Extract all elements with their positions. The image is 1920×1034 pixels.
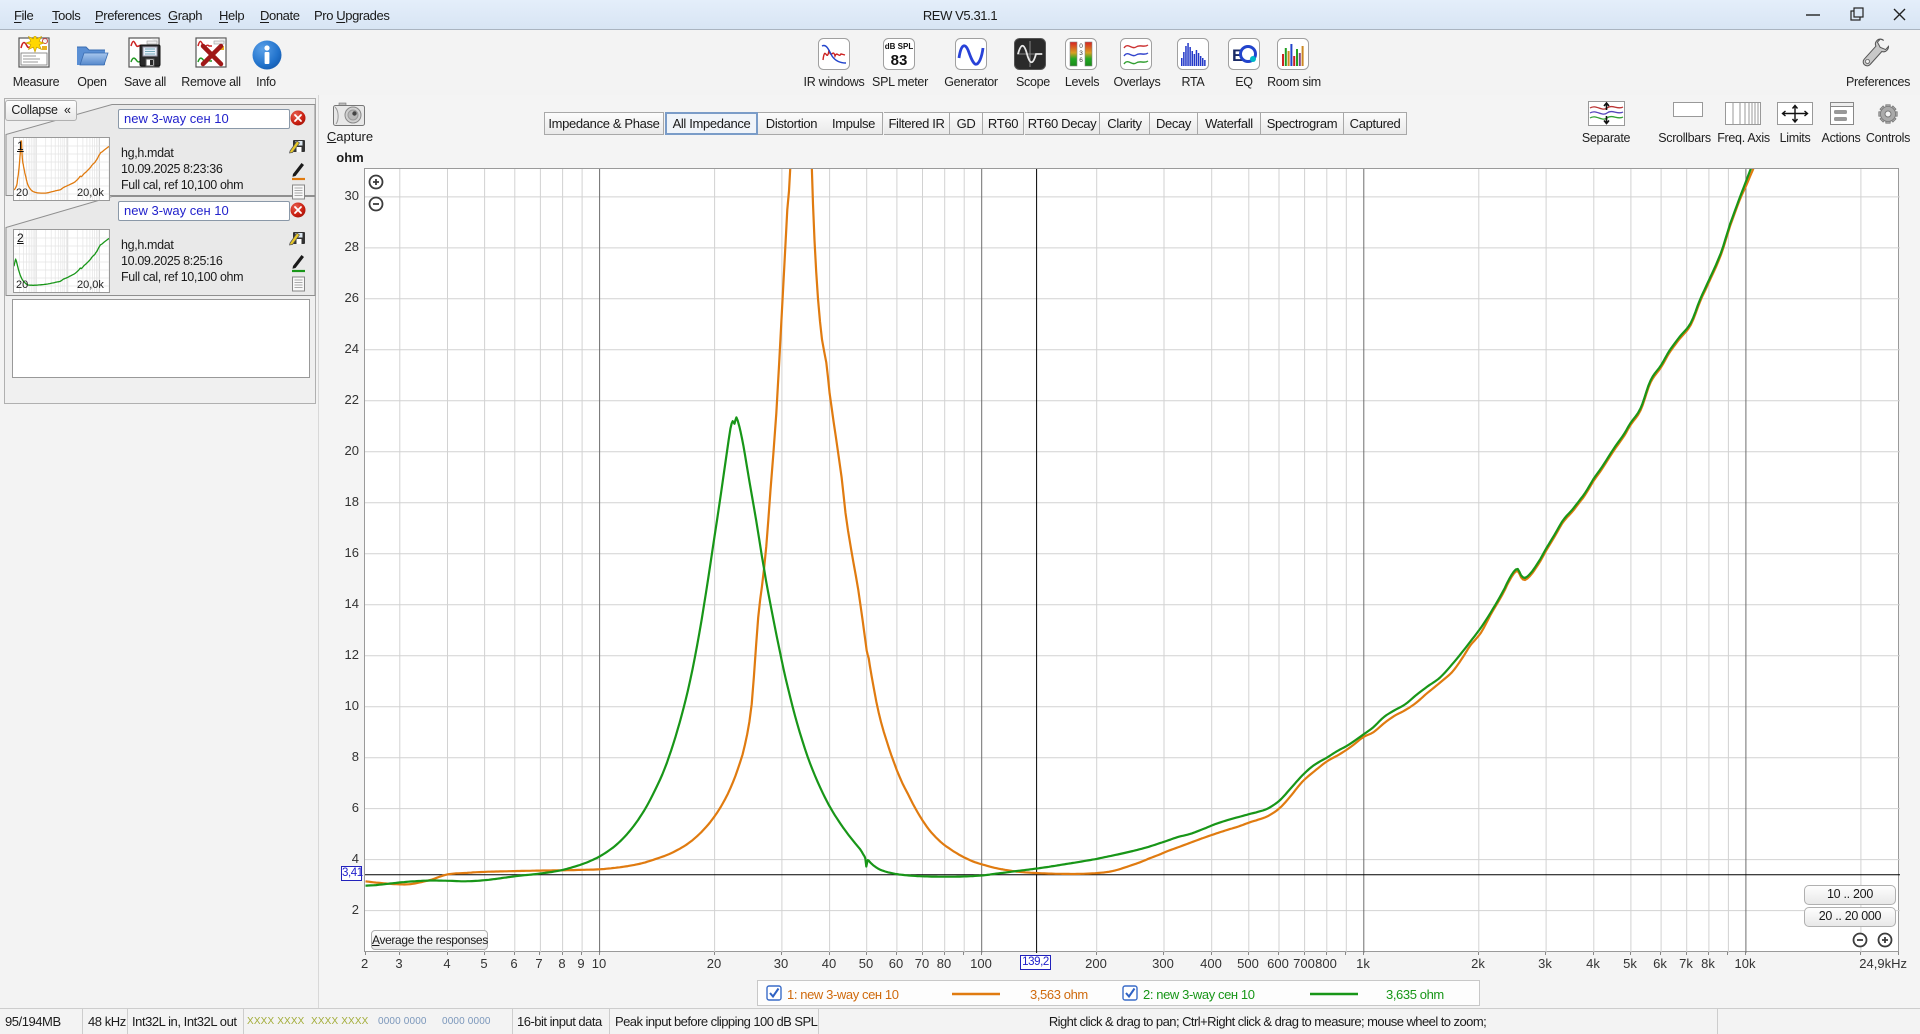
svg-text:dB SPL: dB SPL (885, 42, 914, 51)
svg-text:6: 6 (1079, 57, 1083, 64)
svg-text:3: 3 (1079, 50, 1083, 57)
svg-text:83: 83 (891, 52, 908, 69)
svg-text:0: 0 (1079, 43, 1083, 50)
